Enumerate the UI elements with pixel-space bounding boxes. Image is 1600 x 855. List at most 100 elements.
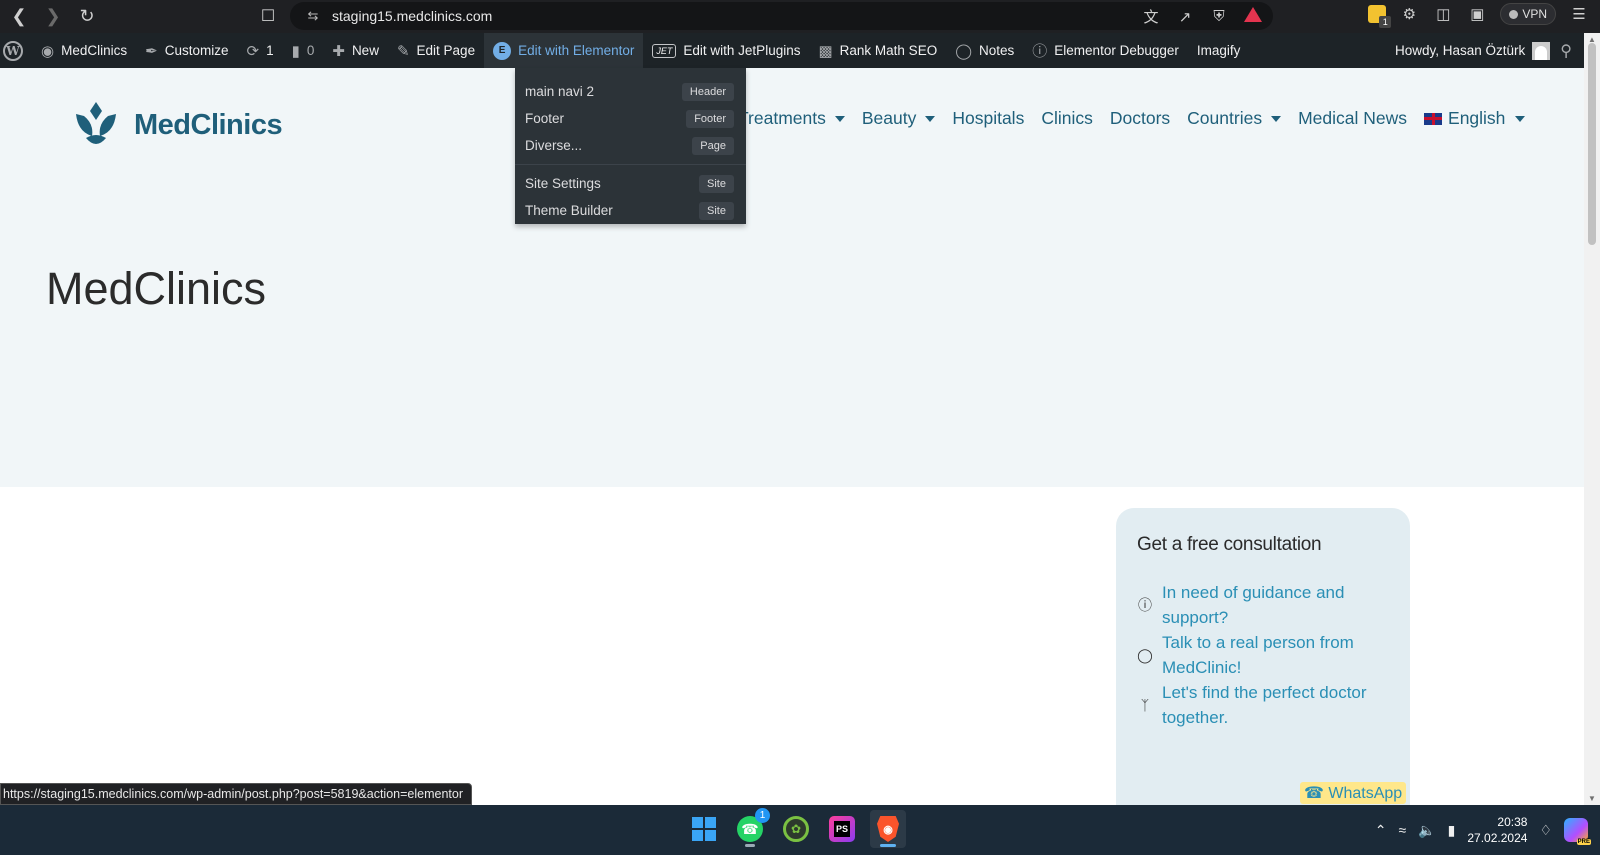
page-scrollbar[interactable]: ▲ ▼ xyxy=(1584,33,1600,805)
start-button[interactable] xyxy=(686,810,722,848)
extension-icon[interactable]: 1 xyxy=(1368,5,1392,28)
copilot-icon[interactable]: PRE xyxy=(1564,818,1591,845)
nav-item-countries[interactable]: Countries xyxy=(1187,108,1282,129)
taskbar-codeblocks[interactable]: ✿ xyxy=(778,810,814,848)
question-circle-icon: ⓘ xyxy=(1138,597,1152,613)
nav-item-medical-news[interactable]: Medical News xyxy=(1298,108,1407,129)
nav-item-clinics[interactable]: Clinics xyxy=(1041,108,1093,129)
imagify-menu[interactable]: Imagify xyxy=(1188,33,1250,68)
template-type-badge: Page xyxy=(692,136,734,155)
edit-with-jetplugins-menu[interactable]: JET Edit with JetPlugins xyxy=(643,33,809,68)
avatar xyxy=(1532,41,1551,60)
elementor-menu-item-diverse[interactable]: Diverse... Page xyxy=(515,132,746,159)
dashboard-icon: ◉ xyxy=(41,42,55,60)
whatsapp-link[interactable]: ☎ WhatsApp xyxy=(1300,782,1407,804)
refresh-icon: ⟳ xyxy=(246,42,260,60)
comment-icon: ▮ xyxy=(291,42,300,60)
extensions-puzzle-icon[interactable]: ⚙ xyxy=(1398,5,1420,23)
consultation-list: ⓘ In need of guidance and support? ◯ Tal… xyxy=(1137,580,1410,730)
chevron-up-icon[interactable]: ⌃ xyxy=(1375,822,1387,839)
whatsapp-icon: ☎ 1 xyxy=(737,808,770,842)
wallet-icon[interactable]: ▣ xyxy=(1466,5,1488,23)
page-title: MedClinics xyxy=(46,263,267,314)
wordpress-icon: W xyxy=(3,40,23,61)
site-info-icon[interactable]: ⇆ xyxy=(298,8,328,24)
logo-text: MedClinics xyxy=(134,108,283,141)
consultation-title: Get a free consultation xyxy=(1137,534,1322,555)
back-button[interactable]: ❮ xyxy=(2,3,36,31)
site-name-menu[interactable]: ◉ MedClinics xyxy=(32,33,136,68)
address-bar[interactable]: ⇆ staging15.medclinics.com 文 ↗ ⛨ xyxy=(290,2,1273,30)
elementor-icon: E xyxy=(493,41,512,60)
info-icon: ⓘ xyxy=(1032,43,1048,60)
url-text[interactable]: staging15.medclinics.com xyxy=(332,8,492,24)
edit-with-elementor-menu[interactable]: E Edit with Elementor xyxy=(484,33,644,68)
chat-bubbles-icon: ◯ xyxy=(1137,646,1153,663)
rank-math-seo-menu[interactable]: ▩ Rank Math SEO xyxy=(809,33,946,68)
codeblocks-icon: ✿ xyxy=(783,816,809,842)
taskbar-phpstorm[interactable]: PS xyxy=(824,810,860,848)
reload-button[interactable]: ↻ xyxy=(70,3,104,31)
volume-icon[interactable]: 🔈 xyxy=(1418,822,1435,839)
consultation-item-talk[interactable]: ◯ Talk to a real person from MedClinic! xyxy=(1137,630,1410,680)
brave-browser-icon: ◉ xyxy=(877,816,899,842)
menu-divider xyxy=(515,164,746,165)
search-icon[interactable]: ⚲ xyxy=(1560,41,1572,61)
elementor-menu-item-theme-builder[interactable]: Theme Builder Site xyxy=(515,197,746,224)
forward-button[interactable]: ❯ xyxy=(36,3,70,31)
wifi-icon[interactable]: ≈ xyxy=(1399,822,1407,838)
speech-bubble-icon: ◯ xyxy=(955,42,972,60)
translate-icon[interactable]: 文 xyxy=(1141,6,1161,27)
notification-bell-icon[interactable]: ♢ xyxy=(1539,822,1552,839)
windows-taskbar: ☎ 1 ✿ PS ◉ ⌃ ≈ 🔈 ▮ 20:38 27.02.2024 ♢ PRE xyxy=(0,805,1600,855)
customize-link[interactable]: ✒ Customize xyxy=(136,33,237,68)
scroll-thumb[interactable] xyxy=(1588,43,1596,245)
nav-item-beauty[interactable]: Beauty xyxy=(862,108,936,129)
elementor-menu-item-footer[interactable]: Footer Footer xyxy=(515,105,746,132)
scroll-down-icon[interactable]: ▼ xyxy=(1588,794,1596,803)
updates-link[interactable]: ⟳ 1 xyxy=(237,33,282,68)
menu-icon[interactable]: ☰ xyxy=(1568,5,1590,23)
caret-down-icon xyxy=(834,115,845,122)
caret-down-icon xyxy=(1515,115,1526,122)
taskbar-brave[interactable]: ◉ xyxy=(870,810,906,848)
elementor-menu-item-site-settings[interactable]: Site Settings Site xyxy=(515,170,746,197)
uk-flag-icon xyxy=(1424,112,1443,125)
plus-icon: ✚ xyxy=(332,42,345,60)
share-icon[interactable]: ↗ xyxy=(1175,8,1195,26)
template-type-badge: Header xyxy=(681,82,734,101)
notes-link[interactable]: ◯ Notes xyxy=(946,33,1023,68)
edit-page-link[interactable]: ✎ Edit Page xyxy=(388,33,484,68)
vpn-button[interactable]: VPN xyxy=(1500,3,1556,25)
site-logo[interactable]: MedClinics xyxy=(74,102,283,148)
consultation-item-doctor[interactable]: ᛉ Let's find the perfect doctor together… xyxy=(1137,680,1410,730)
template-type-badge: Site xyxy=(699,174,734,193)
account-menu[interactable]: Howdy, Hasan Öztürk xyxy=(1395,33,1551,68)
elementor-dropdown-menu: main navi 2 Header Footer Footer Diverse..… xyxy=(515,68,746,224)
brave-rewards-icon[interactable] xyxy=(1243,7,1263,26)
comments-link[interactable]: ▮ 0 xyxy=(283,33,324,68)
elementor-menu-item-main-navi[interactable]: main navi 2 Header xyxy=(515,78,746,105)
notification-badge: 1 xyxy=(755,808,770,823)
elementor-debugger-menu[interactable]: ⓘ Elementor Debugger xyxy=(1023,33,1188,68)
wordpress-logo-button[interactable]: W xyxy=(0,33,32,68)
pencil-icon: ✎ xyxy=(396,42,410,60)
main-navigation: Treatments Beauty Hospitals Clinics Doct… xyxy=(738,108,1526,129)
status-url-tooltip: https://staging15.medclinics.com/wp-admi… xyxy=(0,783,472,805)
nav-item-hospitals[interactable]: Hospitals xyxy=(952,108,1024,129)
taskbar-whatsapp[interactable]: ☎ 1 xyxy=(732,808,770,848)
system-clock[interactable]: 20:38 27.02.2024 xyxy=(1467,814,1527,846)
battery-icon[interactable]: ▮ xyxy=(1448,822,1456,839)
consultation-item-guidance[interactable]: ⓘ In need of guidance and support? xyxy=(1137,580,1410,630)
phpstorm-icon: PS xyxy=(829,816,855,842)
bookmark-icon[interactable]: ☐ xyxy=(254,3,282,29)
brave-shields-icon[interactable]: ⛨ xyxy=(1209,8,1229,25)
tulip-logo-icon xyxy=(76,102,116,144)
browser-toolbar: ❮ ❯ ↻ ☐ ⇆ staging15.medclinics.com 文 ↗ ⛨… xyxy=(0,0,1600,33)
nav-item-doctors[interactable]: Doctors xyxy=(1110,108,1170,129)
nav-item-treatments[interactable]: Treatments xyxy=(738,108,845,129)
language-switcher[interactable]: English xyxy=(1424,108,1526,129)
sidebar-toggle-icon[interactable]: ◫ xyxy=(1432,5,1454,23)
vpn-status-icon xyxy=(1509,9,1519,19)
new-content-menu[interactable]: ✚ New xyxy=(323,33,388,68)
